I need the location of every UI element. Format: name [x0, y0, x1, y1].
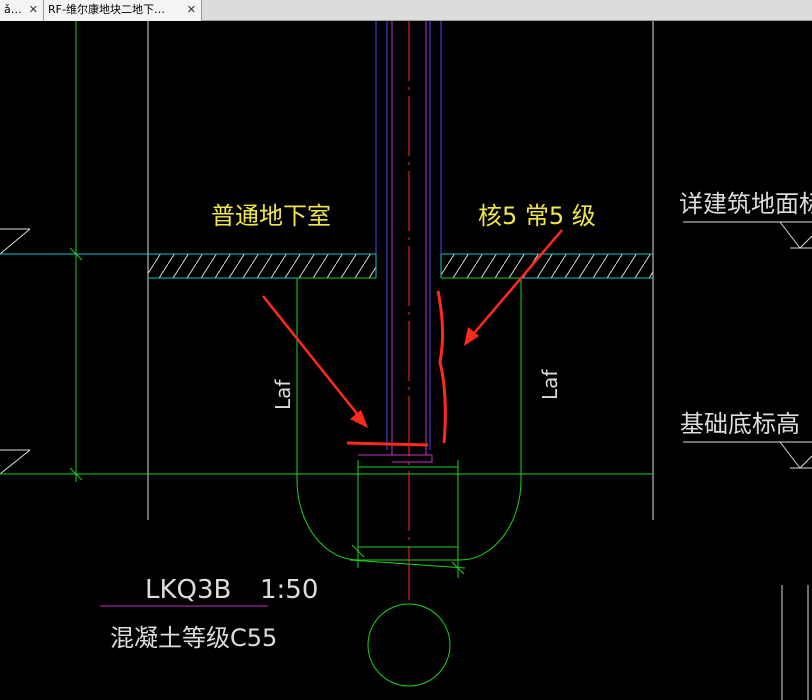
- annotation-underline: [346, 441, 429, 447]
- level-label-top: 详建筑地面标高: [679, 190, 812, 218]
- floor-slab-left: [148, 253, 377, 279]
- level-marker-left-bottom: [0, 449, 31, 475]
- pile-section: [367, 603, 451, 687]
- level-marker-left-top: [0, 228, 31, 255]
- level-marker-right-top: [683, 221, 812, 249]
- column-outline: [375, 21, 442, 450]
- tab-label: ǎ…: [4, 3, 22, 16]
- detail-scale: 1:50: [260, 575, 318, 605]
- dimension-label-left: Laf: [271, 379, 295, 410]
- cad-drawing-canvas[interactable]: 普通地下室 核5 常5 级 详建筑地面标高 基础底标高 Laf Laf LKQ3…: [0, 21, 812, 700]
- tab-label: RF-维尔康地块二地下…: [48, 3, 165, 16]
- level-label-bottom: 基础底标高: [680, 410, 800, 438]
- room-label-right: 核5 常5 级: [478, 202, 596, 230]
- tab-bar: ǎ… ✕ RF-维尔康地块二地下… ✕: [0, 0, 812, 21]
- close-icon[interactable]: ✕: [29, 0, 38, 20]
- annotation-arrow-right: [464, 229, 563, 346]
- detail-title: LKQ3B: [145, 575, 231, 605]
- close-icon[interactable]: ✕: [187, 0, 196, 20]
- annotation-squiggle: [436, 290, 447, 444]
- tab-drawing-1[interactable]: ǎ… ✕: [0, 0, 44, 21]
- dimension-label-right: Laf: [538, 369, 562, 400]
- floor-slab-right: [440, 253, 653, 279]
- tab-drawing-2[interactable]: RF-维尔康地块二地下… ✕: [44, 0, 202, 21]
- column-rebar: [358, 21, 433, 463]
- level-marker-right-bottom: [683, 441, 812, 469]
- concrete-grade-note: 混凝土等级C55: [110, 624, 277, 652]
- room-label-left: 普通地下室: [211, 202, 331, 230]
